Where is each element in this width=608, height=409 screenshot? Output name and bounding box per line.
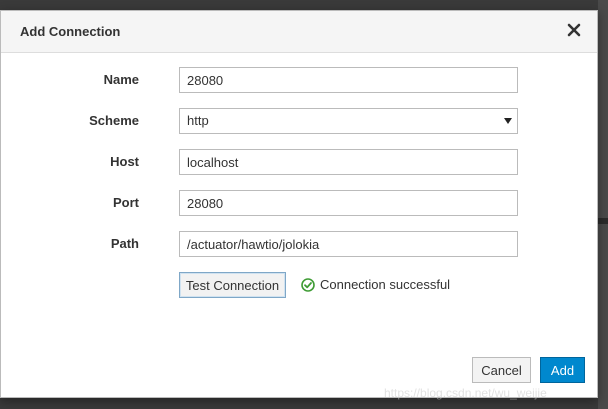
form-row-name: Name	[1, 67, 599, 93]
form-row-host: Host	[1, 149, 599, 175]
watermark: https://blog.csdn.net/wu_weijie	[384, 386, 547, 400]
form-row-scheme: Scheme http	[1, 108, 599, 134]
name-input[interactable]	[179, 67, 518, 93]
status-text: Connection successful	[320, 277, 451, 292]
backdrop	[598, 0, 608, 409]
close-button[interactable]	[565, 21, 583, 39]
scheme-label: Scheme	[89, 113, 139, 128]
scheme-select-value: http	[187, 113, 209, 128]
port-label: Port	[113, 195, 139, 210]
host-label: Host	[110, 154, 139, 169]
backdrop-band	[598, 218, 608, 224]
test-connection-button[interactable]: Test Connection	[179, 272, 286, 298]
check-circle-icon	[301, 277, 315, 292]
add-connection-dialog: Add Connection Name Scheme http Host Por…	[0, 10, 598, 398]
form-row-path: Path	[1, 231, 599, 257]
name-label: Name	[103, 72, 139, 87]
port-input[interactable]	[179, 190, 518, 216]
host-input[interactable]	[179, 149, 518, 175]
path-input[interactable]	[179, 231, 518, 257]
dialog-header: Add Connection	[1, 11, 597, 53]
add-button[interactable]: Add	[540, 357, 585, 383]
connection-status: Connection successful	[301, 277, 450, 292]
dialog-title: Add Connection	[20, 24, 121, 39]
path-label: Path	[110, 236, 139, 251]
form-row-port: Port	[1, 190, 599, 216]
scheme-select[interactable]: http	[179, 108, 518, 134]
cancel-button[interactable]: Cancel	[472, 357, 531, 383]
caret-down-icon	[504, 118, 512, 124]
close-icon	[567, 23, 581, 37]
